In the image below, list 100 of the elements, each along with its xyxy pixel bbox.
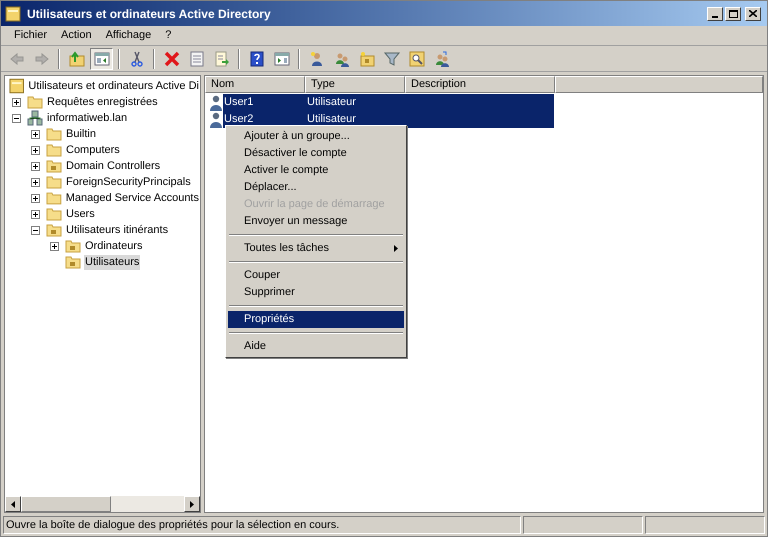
tree-item[interactable]: Computers bbox=[65, 142, 121, 158]
menu-item[interactable]: Activer le compte bbox=[228, 162, 404, 179]
plus-icon bbox=[33, 212, 38, 216]
expand-toggle[interactable] bbox=[31, 178, 40, 186]
menu-item[interactable]: Couper bbox=[228, 267, 404, 284]
group-icon bbox=[434, 50, 450, 66]
folder-icon bbox=[46, 190, 62, 206]
minimize-button[interactable] bbox=[707, 6, 723, 20]
left-arrow-icon bbox=[11, 500, 15, 508]
column-header[interactable]: Description bbox=[405, 76, 555, 93]
plus-icon bbox=[14, 100, 19, 104]
folder-icon bbox=[65, 238, 81, 254]
folder-icon bbox=[46, 126, 62, 142]
tree-item[interactable]: Utilisateurs et ordinateurs Active Di bbox=[27, 78, 200, 94]
user-icon bbox=[209, 94, 223, 110]
submenu-arrow-icon bbox=[394, 245, 398, 252]
close-button[interactable] bbox=[745, 6, 761, 20]
scroll-thumb[interactable] bbox=[21, 496, 111, 512]
folder-icon bbox=[46, 142, 62, 158]
menu-item[interactable]: Action bbox=[54, 27, 99, 44]
name-cell-text: User1 bbox=[223, 95, 254, 110]
folder-icon bbox=[358, 50, 374, 66]
tree-item[interactable]: Users bbox=[65, 206, 96, 222]
collapse-toggle[interactable] bbox=[12, 114, 21, 122]
scroll-left-button[interactable] bbox=[5, 496, 21, 512]
menu-item[interactable]: Aide bbox=[228, 338, 404, 355]
tree-item[interactable]: Utilisateurs bbox=[84, 254, 140, 270]
expand-toggle[interactable] bbox=[31, 162, 40, 170]
folder-icon bbox=[27, 94, 43, 110]
window-title: Utilisateurs et ordinateurs Active Directory bbox=[27, 6, 272, 22]
expand-toggle[interactable] bbox=[50, 242, 59, 250]
folder-icon bbox=[46, 174, 62, 190]
scissors-icon bbox=[128, 50, 144, 66]
app-icon bbox=[5, 6, 21, 22]
group-icon bbox=[334, 50, 350, 66]
menu-item[interactable]: ? bbox=[158, 27, 178, 44]
expand-toggle[interactable] bbox=[31, 146, 40, 154]
menu-item[interactable]: Envoyer un message bbox=[228, 213, 404, 230]
scroll-right-button[interactable] bbox=[184, 496, 200, 512]
tree-item[interactable]: Requêtes enregistrées bbox=[46, 94, 159, 110]
column-header[interactable]: Nom bbox=[205, 76, 305, 93]
tree-item[interactable]: Builtin bbox=[65, 126, 97, 142]
type-cell-text: Utilisateur bbox=[307, 95, 356, 110]
menu-item[interactable]: Ajouter à un groupe... bbox=[228, 128, 404, 145]
export-list-icon bbox=[214, 50, 230, 66]
status-text: Ouvre la boîte de dialogue des propriétés pour la sélection en cours. bbox=[3, 516, 521, 534]
menu-item[interactable]: Affichage bbox=[98, 27, 158, 44]
tree-item[interactable]: Ordinateurs bbox=[84, 238, 144, 254]
name-cell-text: User2 bbox=[223, 112, 254, 128]
close-icon bbox=[749, 10, 757, 17]
folder-up-icon bbox=[68, 50, 84, 66]
panel-icon bbox=[274, 50, 290, 66]
menu-item[interactable]: Déplacer... bbox=[228, 179, 404, 196]
filter-icon bbox=[384, 50, 400, 66]
user-icon bbox=[209, 112, 223, 128]
folder-icon bbox=[46, 222, 62, 238]
magnifier-icon bbox=[408, 50, 424, 66]
network-icon bbox=[27, 110, 43, 126]
horizontal-scrollbar[interactable] bbox=[5, 496, 200, 512]
folder-icon bbox=[46, 206, 62, 222]
toolbar-button[interactable] bbox=[90, 48, 113, 70]
tree-item[interactable]: ForeignSecurityPrincipals bbox=[65, 174, 192, 190]
forward-arrow-icon bbox=[34, 50, 50, 66]
right-arrow-icon bbox=[190, 500, 194, 508]
menu-item[interactable]: Désactiver le compte bbox=[228, 145, 404, 162]
expand-toggle[interactable] bbox=[31, 130, 40, 138]
expand-toggle[interactable] bbox=[31, 210, 40, 218]
plus-icon bbox=[33, 180, 38, 184]
console-icon bbox=[9, 78, 24, 94]
expand-toggle[interactable] bbox=[31, 194, 40, 202]
plus-icon bbox=[52, 244, 57, 248]
menu-item[interactable]: Fichier bbox=[7, 27, 54, 44]
table-row[interactable]: User2 Utilisateur bbox=[223, 111, 554, 128]
maximize-button[interactable] bbox=[725, 6, 741, 20]
menu-item[interactable]: Toutes les tâches bbox=[228, 240, 404, 257]
delete-icon bbox=[164, 50, 180, 66]
plus-icon bbox=[33, 132, 38, 136]
tree-item[interactable]: Utilisateurs itinérants bbox=[65, 222, 170, 238]
expand-toggle[interactable] bbox=[12, 98, 21, 106]
plus-icon bbox=[32, 196, 38, 200]
folder-icon bbox=[65, 254, 81, 270]
document-icon bbox=[188, 50, 204, 66]
user-icon bbox=[308, 50, 324, 66]
maximize-icon bbox=[728, 10, 738, 18]
minimize-icon bbox=[712, 16, 718, 18]
type-cell-text: Utilisateur bbox=[307, 112, 356, 128]
plus-icon bbox=[33, 148, 38, 152]
collapse-toggle[interactable] bbox=[31, 226, 40, 234]
tree-item[interactable]: Managed Service Accounts bbox=[64, 190, 200, 206]
menu-item[interactable]: Propriétés bbox=[228, 311, 404, 328]
tree-item[interactable]: informatiweb.lan bbox=[46, 110, 128, 126]
tree-item[interactable]: Domain Controllers bbox=[65, 158, 162, 174]
plus-icon bbox=[33, 164, 38, 168]
help-icon bbox=[248, 50, 264, 66]
folder-icon bbox=[46, 158, 62, 174]
panel-icon bbox=[94, 50, 110, 66]
column-header[interactable]: Type bbox=[305, 76, 405, 93]
back-arrow-icon bbox=[8, 50, 24, 66]
table-row[interactable]: User1 Utilisateur bbox=[223, 94, 554, 111]
menu-item[interactable]: Supprimer bbox=[228, 284, 404, 301]
